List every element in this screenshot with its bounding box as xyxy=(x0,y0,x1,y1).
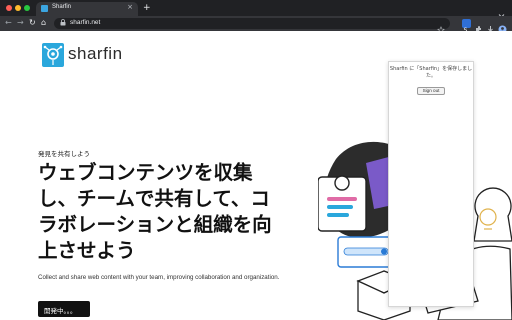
url-text: sharfin.net xyxy=(70,19,101,26)
tab-search-chevron-icon[interactable] xyxy=(498,4,505,18)
tab-close-icon[interactable]: × xyxy=(127,3,133,11)
logo-wordmark: sharfin xyxy=(68,44,123,63)
sharfin-logo-icon xyxy=(42,43,64,67)
new-tab-button[interactable]: + xyxy=(143,3,151,13)
download-icon[interactable] xyxy=(486,19,495,34)
minimize-window-button[interactable] xyxy=(15,5,21,11)
maximize-window-button[interactable] xyxy=(24,5,30,11)
profile-avatar-icon[interactable] xyxy=(498,19,507,34)
webpage-content: sharfin 発見を共有しよう ウェブコンテンツを収集し、チームで共有して、コ… xyxy=(0,31,512,320)
tab-strip: Sharfin × + xyxy=(0,0,512,18)
extension-popup: Sharfin に「Sharfin」を保存しました。 Sign out xyxy=(388,61,474,307)
search-go-icon xyxy=(381,248,387,255)
bookmark-pin-icon xyxy=(334,175,350,191)
hero-description: Collect and share web content with your … xyxy=(38,274,280,281)
forward-arrow-icon[interactable]: → xyxy=(17,18,24,28)
close-window-button[interactable] xyxy=(6,5,12,11)
card-line-shape xyxy=(327,197,357,201)
sharfin-favicon-icon xyxy=(41,5,48,12)
sharfin-extension-icon[interactable]: S xyxy=(462,19,471,34)
hero-headline: ウェブコンテンツを収集し、チームで共有して、コラボレーションと組織を向上させよう xyxy=(38,161,272,262)
hero-eyebrow: 発見を共有しよう xyxy=(38,150,90,158)
reload-icon[interactable]: ↻ xyxy=(29,18,36,28)
lock-icon xyxy=(60,19,66,28)
sign-out-button[interactable]: Sign out xyxy=(417,87,445,95)
address-bar[interactable]: sharfin.net xyxy=(54,18,450,34)
browser-toolbar: ← → ↻ ⌂ sharfin.net S xyxy=(0,16,512,34)
popup-message: Sharfin に「Sharfin」を保存しました。 xyxy=(389,66,473,79)
home-icon[interactable]: ⌂ xyxy=(41,18,46,28)
extensions-puzzle-icon[interactable] xyxy=(474,19,483,33)
cta-button[interactable]: 開発中。。。 xyxy=(38,301,90,317)
tab-title: Sharfin xyxy=(52,4,72,10)
card-line-shape-3 xyxy=(327,213,349,217)
card-line-shape-2 xyxy=(327,205,353,209)
person-head-shape xyxy=(473,187,512,242)
tab-sharfin[interactable]: Sharfin × xyxy=(36,2,138,16)
back-arrow-icon[interactable]: ← xyxy=(5,18,12,28)
